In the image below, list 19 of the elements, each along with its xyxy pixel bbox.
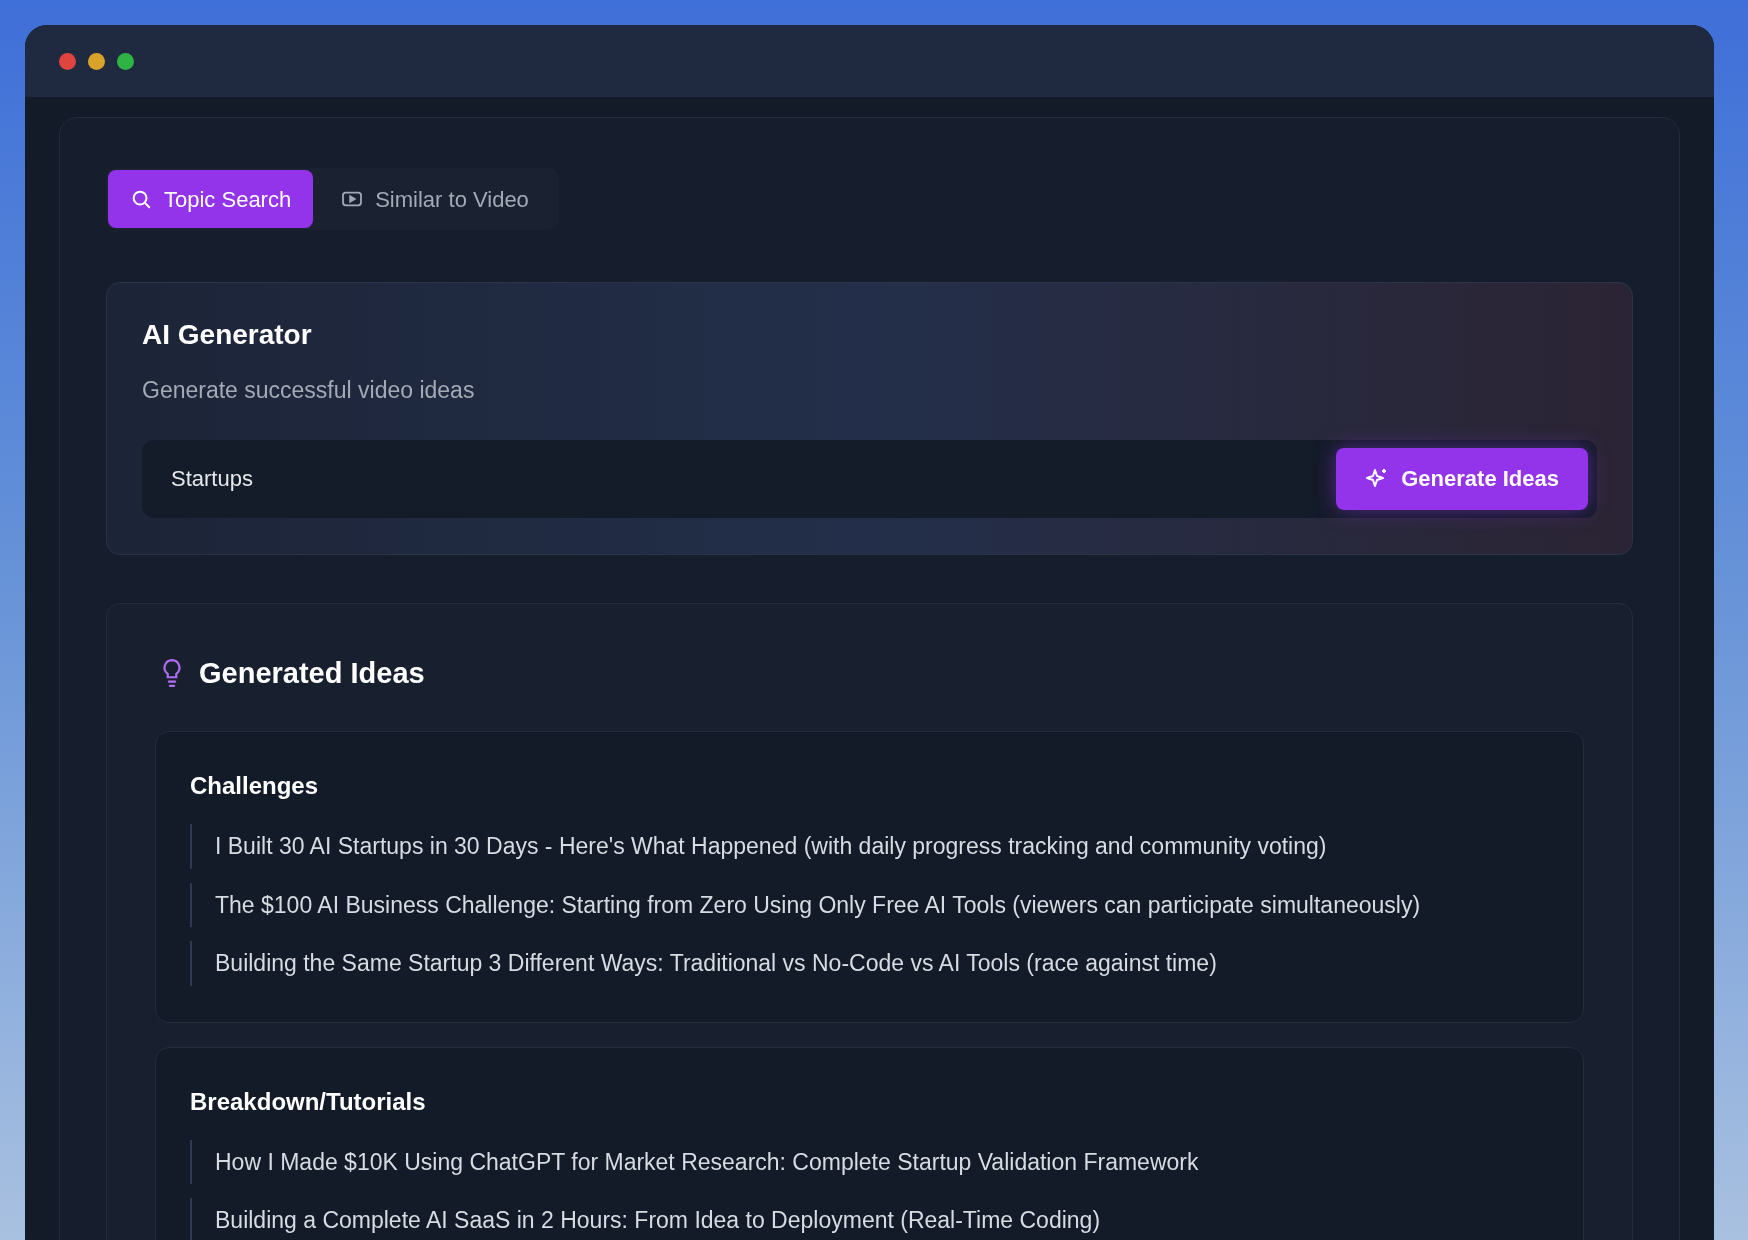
- search-icon: [130, 188, 152, 210]
- close-window-button[interactable]: [59, 52, 76, 70]
- category-title: Breakdown/Tutorials: [190, 1086, 427, 1117]
- card-subtitle: Generate successful video ideas: [142, 376, 476, 405]
- tab[interactable]: Similar to Video: [313, 170, 557, 228]
- idea-item: Building the Same Startup 3 Different Ways: Traditional vs No-Code vs AI Tools (race against time): [190, 941, 1549, 986]
- idea-item: Building a Complete AI SaaS in 2 Hours: From Idea to Deployment (Real-Time Coding): [190, 1198, 1549, 1240]
- minimize-window-button[interactable]: [88, 52, 105, 70]
- category-title: Challenges: [190, 771, 320, 801]
- topic-input-field[interactable]: Startups Generate Ideas: [142, 439, 1597, 518]
- tab[interactable]: Topic Search: [108, 170, 314, 228]
- idea-item: The $100 AI Business Challenge: Starting from Zero Using Only Free AI Tools (viewers can participate simultaneously): [190, 882, 1549, 927]
- card-title: AI Generator: [142, 321, 313, 349]
- video-icon: [341, 190, 364, 208]
- maximize-window-button[interactable]: [117, 52, 134, 70]
- generate-ideas-button[interactable]: Generate Ideas: [1336, 447, 1588, 510]
- idea-item: I Built 30 AI Startups in 30 Days - Here's What Happened (with daily progress tracking and community voting): [190, 824, 1549, 869]
- section-title: Generated Ideas: [199, 655, 425, 691]
- idea-item: How I Made $10K Using ChatGPT for Market Research: Complete Startup Validation Framework: [190, 1139, 1549, 1184]
